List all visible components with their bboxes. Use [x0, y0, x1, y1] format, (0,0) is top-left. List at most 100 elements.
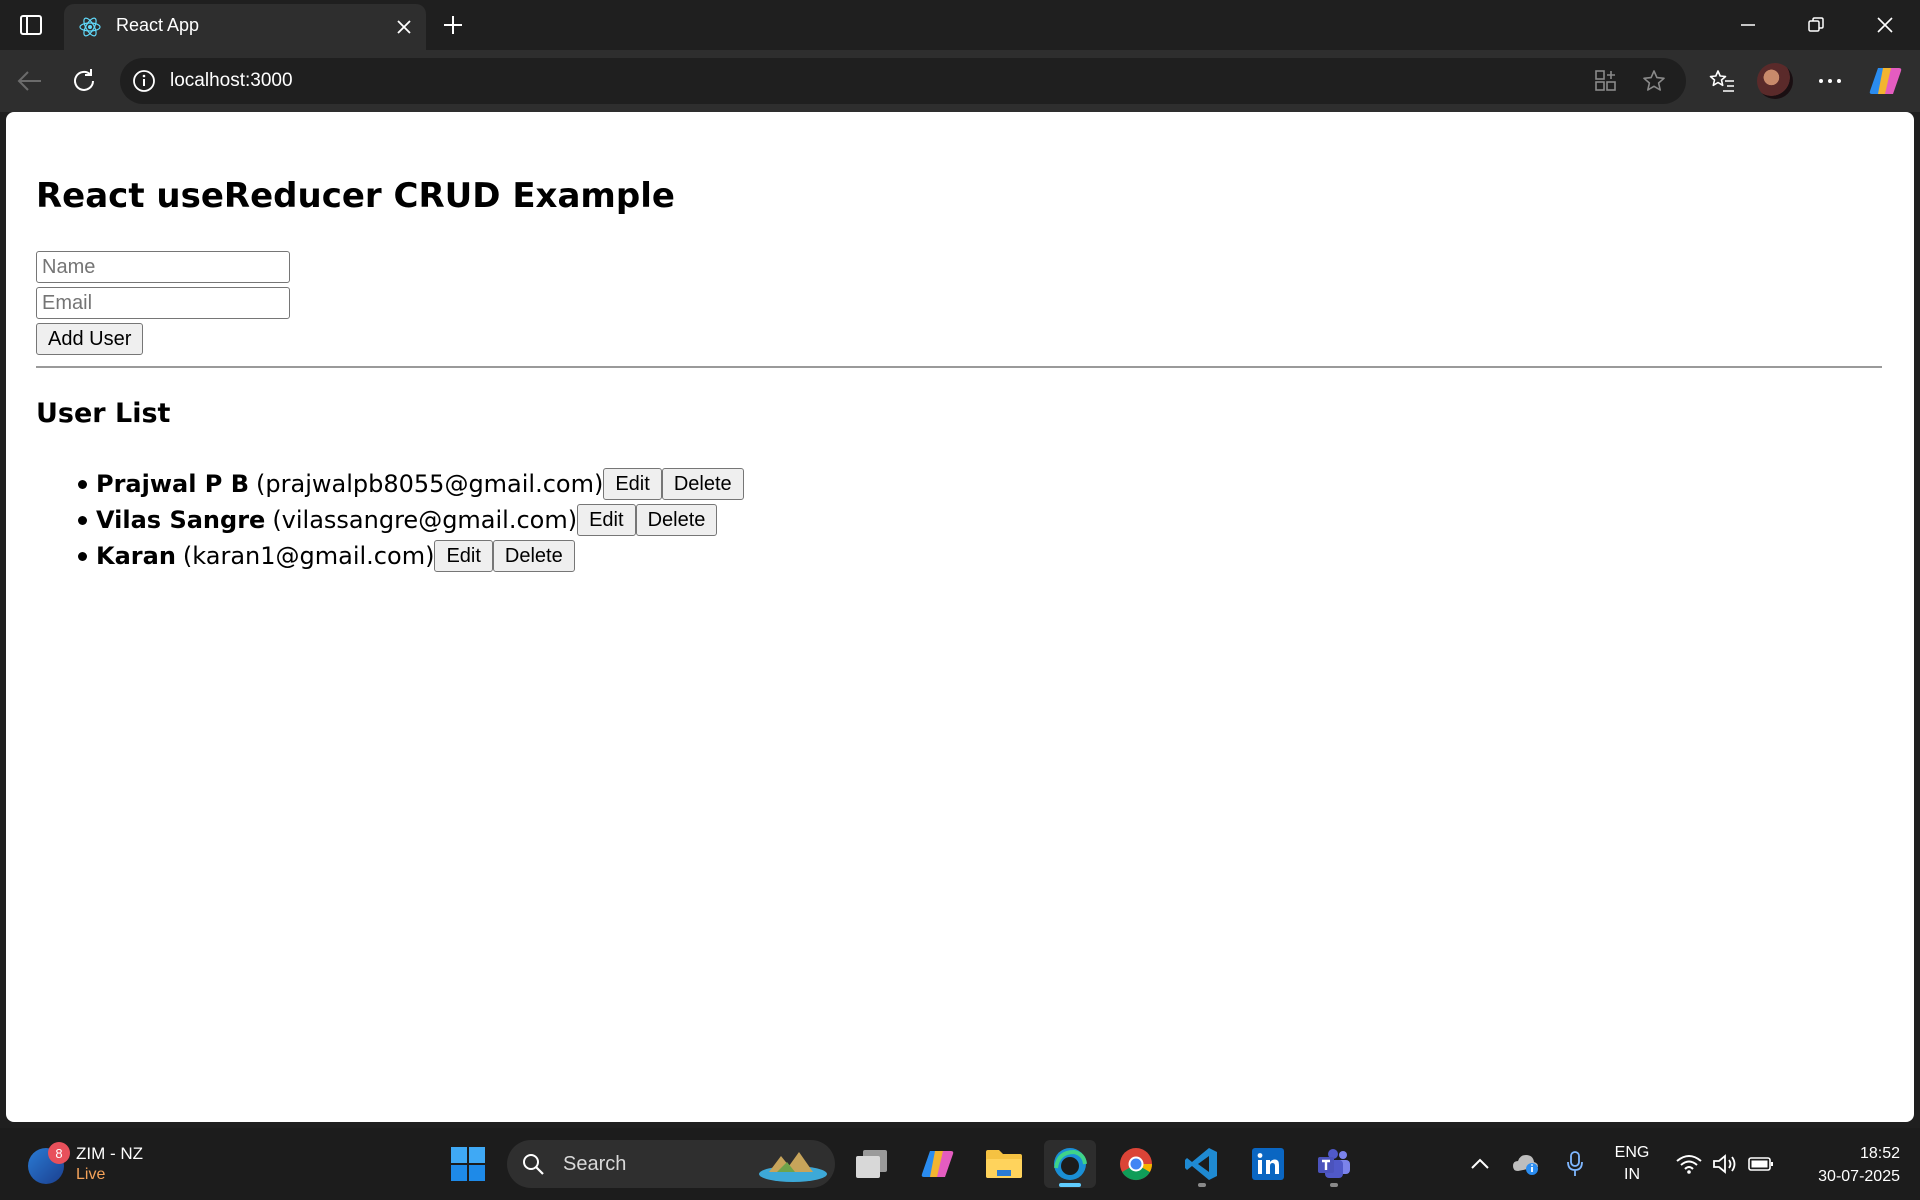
- user-email: (prajwalpb8055@gmail.com): [256, 470, 604, 498]
- search-icon: [523, 1154, 544, 1175]
- favorite-button[interactable]: [1640, 67, 1668, 95]
- info-icon: [133, 70, 155, 92]
- delete-button[interactable]: Delete: [635, 504, 718, 536]
- star-icon: [1643, 70, 1665, 91]
- chrome-button[interactable]: [1110, 1140, 1162, 1188]
- tab-title: React App: [116, 15, 200, 35]
- more-dots-icon: [1819, 79, 1841, 83]
- name-input[interactable]: [36, 251, 290, 283]
- minimize-icon: [1741, 24, 1755, 26]
- quick-settings-button[interactable]: [1672, 1140, 1778, 1188]
- vscode-button[interactable]: [1176, 1140, 1228, 1188]
- search-highlight-icon: [759, 1152, 827, 1182]
- task-view-button[interactable]: [846, 1140, 898, 1188]
- microphone-icon: [1567, 1151, 1583, 1176]
- clock-date: 30-07-2025: [1818, 1168, 1900, 1185]
- user-list: Prajwal P B (prajwalpb8055@gmail.com) Ed…: [36, 466, 744, 574]
- profile-avatar[interactable]: [1757, 63, 1793, 99]
- chrome-icon: [1120, 1148, 1153, 1181]
- page-viewport: React useReducer CRUD Example Add User U…: [6, 112, 1914, 1122]
- email-input[interactable]: [36, 287, 290, 319]
- copilot-button[interactable]: [1868, 63, 1904, 99]
- tab-close-button[interactable]: [392, 15, 416, 39]
- vscode-icon: [1185, 1148, 1217, 1180]
- close-icon: [1877, 17, 1893, 33]
- restore-button[interactable]: [1796, 10, 1836, 40]
- user-email: (vilassangre@gmail.com): [272, 506, 578, 534]
- copilot-icon: [1869, 68, 1902, 94]
- start-button[interactable]: [442, 1140, 494, 1188]
- page-title: React useReducer CRUD Example: [36, 176, 675, 216]
- copilot-app-button[interactable]: [912, 1140, 964, 1188]
- language-code: ENG: [1614, 1144, 1650, 1161]
- new-tab-button[interactable]: [438, 10, 468, 40]
- system-clock[interactable]: 18:52 30-07-2025: [1790, 1142, 1900, 1188]
- apps-icon: [1595, 70, 1616, 91]
- address-bar[interactable]: localhost:3000: [120, 58, 1686, 104]
- weather-widget[interactable]: 8 ZIM - NZ Live: [28, 1140, 188, 1188]
- delete-button[interactable]: Delete: [492, 540, 575, 572]
- tab-actions-button[interactable]: [14, 10, 48, 40]
- add-user-button[interactable]: Add User: [36, 323, 144, 355]
- wifi-icon: [1676, 1155, 1702, 1174]
- back-arrow-icon: [17, 71, 41, 91]
- linkedin-icon: [1252, 1148, 1284, 1180]
- battery-icon: [1748, 1157, 1773, 1171]
- edge-icon: [1054, 1148, 1087, 1180]
- task-view-icon: [856, 1150, 887, 1178]
- widget-status: Live: [76, 1166, 106, 1183]
- react-logo-icon: [79, 17, 101, 37]
- widget-title: ZIM - NZ: [76, 1144, 144, 1163]
- plus-icon: [444, 16, 462, 34]
- file-explorer-button[interactable]: [978, 1140, 1030, 1188]
- app-available-button[interactable]: [1592, 67, 1620, 95]
- delete-button[interactable]: Delete: [661, 468, 744, 500]
- chevron-up-icon: [1471, 1158, 1489, 1169]
- search-label: Search: [563, 1153, 627, 1175]
- windows-logo-icon: [451, 1147, 485, 1181]
- input-language-indicator[interactable]: ENG IN: [1610, 1142, 1654, 1186]
- linkedin-button[interactable]: [1242, 1140, 1294, 1188]
- edge-browser-button[interactable]: [1044, 1140, 1096, 1188]
- list-item: Karan (karan1@gmail.com) Edit Delete: [36, 538, 744, 574]
- more-options-button[interactable]: [1812, 63, 1848, 99]
- running-indicator: [1198, 1183, 1206, 1187]
- edit-button[interactable]: Edit: [603, 468, 662, 500]
- user-name: Karan: [96, 542, 176, 570]
- list-item: Prajwal P B (prajwalpb8055@gmail.com) Ed…: [36, 466, 744, 502]
- microphone-status[interactable]: [1558, 1140, 1592, 1188]
- edit-button[interactable]: Edit: [434, 540, 493, 572]
- browser-toolbar: localhost:3000: [0, 50, 1920, 112]
- favorites-button[interactable]: [1704, 63, 1740, 99]
- taskbar-search[interactable]: Search: [507, 1140, 835, 1188]
- windows-taskbar: 8 ZIM - NZ Live Search ENG IN 18:52 30-0…: [0, 1128, 1920, 1200]
- copilot-icon: [921, 1151, 954, 1177]
- back-button[interactable]: [12, 63, 48, 99]
- tab-react-app[interactable]: React App: [64, 4, 426, 50]
- user-list-heading: User List: [36, 398, 171, 429]
- teams-icon: [1318, 1149, 1350, 1178]
- edit-button[interactable]: Edit: [577, 504, 636, 536]
- onedrive-status[interactable]: [1508, 1140, 1544, 1188]
- restore-icon: [1808, 17, 1824, 32]
- refresh-button[interactable]: [66, 63, 102, 99]
- active-indicator: [1059, 1183, 1081, 1187]
- horizontal-rule: [36, 366, 1882, 368]
- close-icon: [397, 20, 411, 34]
- minimize-button[interactable]: [1728, 10, 1768, 40]
- notification-badge: 8: [48, 1142, 70, 1164]
- refresh-icon: [74, 69, 94, 91]
- sidebar-panel-icon: [20, 15, 42, 35]
- url-text: localhost:3000: [170, 70, 293, 91]
- cloud-info-icon: [1513, 1155, 1538, 1175]
- teams-button[interactable]: [1308, 1140, 1360, 1188]
- show-hidden-icons-button[interactable]: [1466, 1140, 1494, 1188]
- close-window-button[interactable]: [1865, 10, 1905, 40]
- region-code: IN: [1624, 1166, 1640, 1183]
- running-indicator: [1330, 1183, 1338, 1187]
- user-email: (karan1@gmail.com): [182, 542, 435, 570]
- clock-time: 18:52: [1859, 1145, 1900, 1162]
- browser-tab-bar: React App: [0, 0, 1920, 50]
- folder-icon: [986, 1150, 1022, 1178]
- list-item: Vilas Sangre (vilassangre@gmail.com) Edi…: [36, 502, 744, 538]
